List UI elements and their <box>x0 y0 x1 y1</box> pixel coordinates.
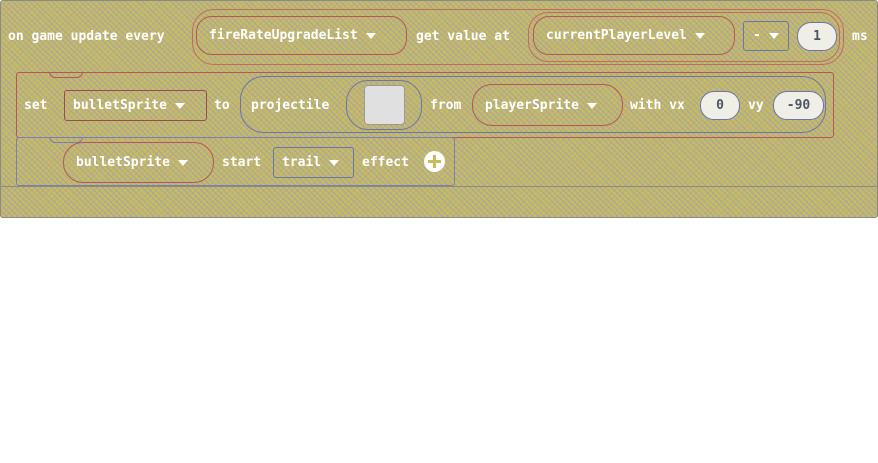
event-prefix-label: on game update every <box>8 29 165 44</box>
effect-sprite-value: bulletSprite <box>76 155 188 170</box>
set-variable-value: bulletSprite <box>73 98 185 113</box>
operator-text: - <box>753 28 761 43</box>
caret-down-icon <box>694 32 705 39</box>
plus-circle-icon[interactable] <box>424 151 445 172</box>
caret-down-icon <box>329 159 340 166</box>
set-label: set <box>24 98 48 113</box>
index-variable-text: currentPlayerLevel <box>546 28 687 43</box>
from-label: from <box>430 98 462 113</box>
caret-down-icon <box>586 102 597 109</box>
sprite-image-preview[interactable] <box>364 85 405 125</box>
vx-label: with vx <box>630 98 685 113</box>
index-variable-value: currentPlayerLevel <box>546 28 705 43</box>
to-label: to <box>214 98 230 113</box>
vy-number-input[interactable]: -90 <box>773 91 824 120</box>
effect-type-value: trail <box>282 155 340 170</box>
block-notch <box>49 72 83 78</box>
list-variable-value: fireRateUpgradeList <box>209 28 376 43</box>
effect-sprite-text: bulletSprite <box>76 155 170 170</box>
start-label: start <box>222 155 262 170</box>
source-sprite-text: playerSprite <box>485 98 579 113</box>
vx-number-input[interactable]: 0 <box>700 91 740 120</box>
effect-label: effect <box>362 155 409 170</box>
caret-down-icon <box>365 32 376 39</box>
caret-down-icon <box>768 32 779 39</box>
effect-type-text: trail <box>282 155 322 170</box>
caret-down-icon <box>174 102 185 109</box>
operator-value: - <box>753 28 779 43</box>
set-variable-text: bulletSprite <box>73 98 167 113</box>
projectile-label: projectile <box>251 98 330 113</box>
workspace: on game update every fireRateUpgradeList… <box>0 0 878 463</box>
list-variable-text: fireRateUpgradeList <box>209 28 358 43</box>
get-value-label: get value at <box>416 29 510 44</box>
vy-label: vy <box>748 98 764 113</box>
source-sprite-value: playerSprite <box>485 98 597 113</box>
unit-label: ms <box>852 29 868 44</box>
operand-number-input[interactable]: 1 <box>797 22 837 51</box>
event-block-footer[interactable] <box>0 186 878 218</box>
caret-down-icon <box>177 159 188 166</box>
